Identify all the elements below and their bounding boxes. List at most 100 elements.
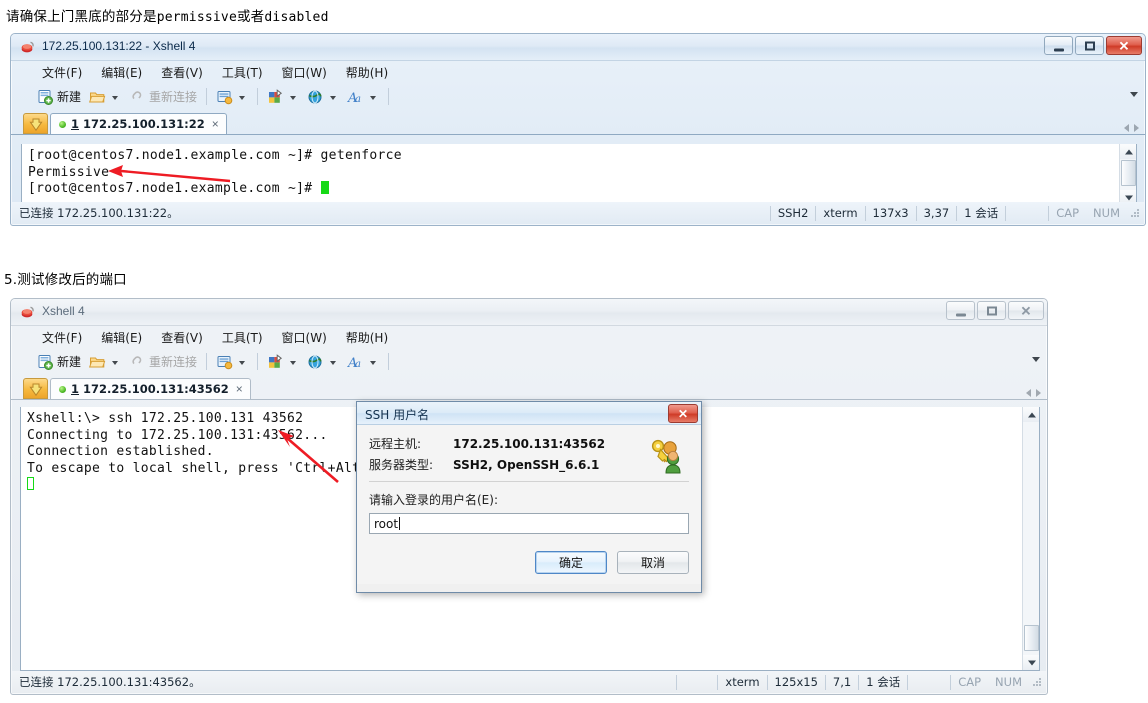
session-list-icon-2	[216, 354, 233, 370]
window2-titlebar[interactable]: Xshell 4 ✕	[11, 299, 1047, 326]
window1-close-button[interactable]: ✕	[1106, 36, 1142, 55]
tab-close-icon-2[interactable]: ×	[236, 383, 243, 395]
resize-grip-icon-2[interactable]	[1031, 676, 1043, 688]
window2-tab-nav[interactable]	[1026, 389, 1041, 397]
scroll-up-icon-2[interactable]	[1023, 407, 1039, 422]
session-tab-1[interactable]: 1 172.25.100.131:22 ×	[50, 113, 227, 134]
menu2-help[interactable]: 帮助(H)	[337, 326, 397, 349]
menu-view[interactable]: 查看(V)	[152, 61, 212, 84]
menu2-view[interactable]: 查看(V)	[152, 326, 212, 349]
menu2-window[interactable]: 窗口(W)	[273, 326, 336, 349]
open-dropdown-caret-icon-2[interactable]	[112, 360, 119, 365]
tab-scroll-right-icon[interactable]	[1134, 124, 1139, 132]
window1-scrollbar[interactable]	[1119, 144, 1136, 205]
window1-terminal[interactable]: [root@centos7.node1.example.com ~]# gete…	[22, 144, 1119, 205]
menu-file[interactable]: 文件(F)	[33, 61, 91, 84]
file-transfer-icon-2	[267, 353, 284, 370]
scroll-up-icon[interactable]	[1120, 144, 1136, 159]
dialog-buttons[interactable]: 确定 取消	[357, 534, 701, 584]
scroll-down-icon-2[interactable]	[1023, 655, 1039, 670]
toolbar2-new-button[interactable]: 新建	[33, 351, 85, 372]
toolbar2-font-button[interactable]: A a	[343, 352, 383, 372]
top-note-permissive: permissive	[156, 10, 237, 25]
window2-maximize-button[interactable]	[977, 301, 1006, 320]
browser-dropdown-caret-icon-2[interactable]	[330, 360, 337, 365]
window2-tabstrip[interactable]: 1 172.25.100.131:43562 ×	[11, 375, 1047, 400]
menu-tools[interactable]: 工具(T)	[213, 61, 272, 84]
dialog-titlebar[interactable]: SSH 用户名 ✕	[357, 402, 701, 425]
dialog-ok-button[interactable]: 确定	[535, 551, 607, 574]
folder-open-icon	[89, 89, 106, 105]
window2-close-button[interactable]: ✕	[1008, 301, 1044, 320]
toolbar-overflow-icon[interactable]	[1130, 92, 1138, 97]
window2-menubar[interactable]: 文件(F) 编辑(E) 查看(V) 工具(T) 窗口(W) 帮助(H)	[11, 326, 1047, 348]
transfer-dropdown-caret-icon-2[interactable]	[290, 360, 297, 365]
tab-scroll-right-icon-2[interactable]	[1036, 389, 1041, 397]
toolbar2-transfer-button[interactable]	[263, 352, 303, 372]
window2-minimize-button[interactable]	[946, 301, 975, 320]
terminal1-line2: Permissive	[28, 164, 110, 180]
dialog-close-icon: ✕	[677, 406, 689, 421]
window1-statusbar: 已连接 172.25.100.131:22。 SSH2 xterm 137x3 …	[12, 202, 1144, 224]
tab-scroll-left-icon-2[interactable]	[1026, 389, 1031, 397]
window1-maximize-button[interactable]	[1075, 36, 1104, 55]
terminal1-line3-wrap: [root@centos7.node1.example.com ~]#	[28, 181, 1119, 198]
toolbar2-browser-button[interactable]	[303, 352, 343, 372]
menu2-file[interactable]: 文件(F)	[33, 326, 91, 349]
dialog-close-button[interactable]: ✕	[668, 404, 698, 423]
toolbar2-reconnect-button: 重新连接	[125, 351, 201, 372]
window2-controls[interactable]: ✕	[946, 301, 1044, 320]
scroll-thumb[interactable]	[1121, 160, 1136, 186]
scroll-thumb-2[interactable]	[1024, 625, 1039, 651]
toolbar-open-button[interactable]	[85, 87, 125, 107]
transfer-dropdown-caret-icon[interactable]	[290, 95, 297, 100]
menu2-edit[interactable]: 编辑(E)	[92, 326, 151, 349]
dialog-divider	[369, 481, 689, 482]
toolbar-session-manager-button[interactable]	[212, 87, 252, 107]
toolbar2-overflow-icon[interactable]	[1032, 357, 1040, 362]
window1-controls[interactable]: ✕	[1044, 36, 1142, 55]
dialog-cancel-button[interactable]: 取消	[617, 551, 689, 574]
menu-help[interactable]: 帮助(H)	[337, 61, 397, 84]
font-dropdown-caret-icon-2[interactable]	[370, 360, 377, 365]
window2-scrollbar[interactable]	[1022, 407, 1039, 670]
window1-terminal-area[interactable]: [root@centos7.node1.example.com ~]# gete…	[21, 144, 1137, 206]
window1-minimize-button[interactable]	[1044, 36, 1073, 55]
toolbar2-session-manager-button[interactable]	[212, 352, 252, 372]
username-input[interactable]: root	[369, 513, 689, 534]
toolbar-separator-2	[257, 88, 259, 105]
resize-grip-icon[interactable]	[1129, 207, 1141, 219]
menu-edit[interactable]: 编辑(E)	[92, 61, 151, 84]
tab-scroll-left-icon[interactable]	[1124, 124, 1129, 132]
tab-close-icon[interactable]: ×	[212, 118, 219, 130]
menu2-tools[interactable]: 工具(T)	[213, 326, 272, 349]
font-dropdown-caret-icon[interactable]	[370, 95, 377, 100]
browser-dropdown-caret-icon[interactable]	[330, 95, 337, 100]
ssh-username-dialog[interactable]: SSH 用户名 ✕ 远程主机: 172.25.100.131:43562 服务器…	[356, 401, 702, 593]
new-session-tab-button-2[interactable]	[23, 378, 48, 399]
toolbar-browser-button[interactable]	[303, 87, 343, 107]
toolbar2-open-button[interactable]	[85, 352, 125, 372]
terminal1-line1: [root@centos7.node1.example.com ~]# gete…	[28, 148, 402, 163]
toolbar-font-button[interactable]: A a	[343, 87, 383, 107]
window1-titlebar[interactable]: 172.25.100.131:22 - Xshell 4 ✕	[11, 34, 1145, 61]
session-tab-2[interactable]: 1 172.25.100.131:43562 ×	[50, 378, 251, 399]
toolbar-transfer-button[interactable]	[263, 87, 303, 107]
window1-tab-nav[interactable]	[1124, 124, 1139, 132]
xshell-window-1[interactable]: 172.25.100.131:22 - Xshell 4 ✕ 文件(F) 编辑(…	[10, 33, 1146, 226]
window2-toolbar[interactable]: 新建 重新连接 A a	[11, 348, 1047, 375]
window1-caps-indicator: CAP	[1056, 206, 1080, 220]
session-dropdown-caret-icon[interactable]	[239, 95, 246, 100]
window1-menubar[interactable]: 文件(F) 编辑(E) 查看(V) 工具(T) 窗口(W) 帮助(H)	[11, 61, 1145, 83]
open-dropdown-caret-icon[interactable]	[112, 95, 119, 100]
menu-window[interactable]: 窗口(W)	[273, 61, 336, 84]
toolbar-reconnect-label: 重新连接	[149, 90, 198, 104]
new-session-tab-button[interactable]	[23, 113, 48, 134]
dialog-host-value: 172.25.100.131:43562	[453, 437, 606, 451]
session-dropdown-caret-icon-2[interactable]	[239, 360, 246, 365]
window1-tabstrip[interactable]: 1 172.25.100.131:22 ×	[11, 110, 1145, 135]
terminal-cursor	[320, 181, 329, 194]
window1-toolbar[interactable]: 新建 重新连接 A a	[11, 83, 1145, 110]
ssh-key-user-icon	[647, 435, 687, 478]
toolbar-new-button[interactable]: 新建	[33, 86, 85, 107]
